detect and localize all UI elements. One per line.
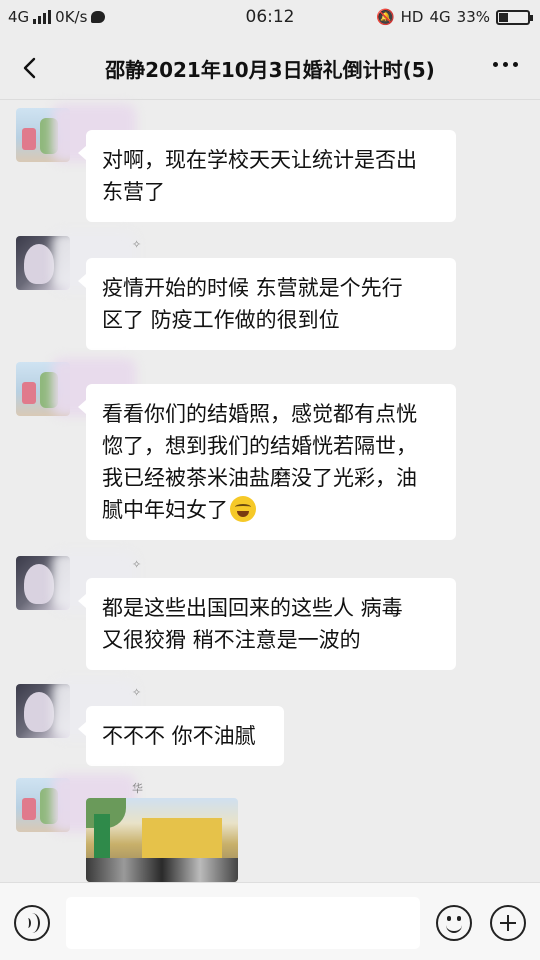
message-bubble[interactable]: 疫情开始的时候 东营就是个先行 区了 防疫工作做的很到位 (78, 258, 456, 350)
input-bar (0, 882, 540, 960)
message-line: 我已经被茶米油盐磨没了光彩，油 (102, 466, 417, 490)
name-mark: ✧ (132, 686, 142, 699)
status-bar: 4G 0K/s 06:12 🔕 HD 4G 33% (0, 0, 540, 36)
message-line: 疫情开始的时候 东营就是个先行 (102, 276, 403, 300)
ellipsis-icon (493, 62, 498, 67)
ellipsis-dot (513, 62, 518, 67)
hd-label: HD (400, 8, 424, 26)
status-right: 🔕 HD 4G 33% (375, 8, 533, 26)
message-line: 腻中年妇女了 (102, 498, 228, 522)
battery-percent: 33% (456, 8, 490, 26)
name-mark: ✧ (132, 238, 142, 251)
message-line: 又很狡猾 稍不注意是一波的 (102, 628, 361, 652)
message-line: 东营了 (102, 180, 165, 204)
message-line: 对啊，现在学校天天让统计是否出 (102, 148, 417, 172)
chevron-left-icon (23, 57, 36, 79)
message-input[interactable] (66, 897, 420, 949)
photo-building (142, 818, 222, 858)
facepalm-cry-emoji-icon (230, 496, 256, 522)
title-bar: 邵静2021年10月3日婚礼倒计时(5) (0, 36, 540, 100)
plus-icon[interactable] (490, 905, 526, 941)
image-message[interactable] (86, 798, 238, 882)
voice-icon[interactable] (14, 905, 50, 941)
name-mark: 华 (132, 782, 143, 795)
photo-crowd (86, 858, 238, 882)
message-line: 都是这些出国回来的这些人 病毒 (102, 596, 403, 620)
message-line: 不不不 你不油腻 (102, 724, 256, 748)
message-line-with-emoji: 腻中年妇女了 (102, 494, 440, 526)
message-line: 惚了，想到我们的结婚恍若隔世， (102, 434, 417, 458)
message-bubble[interactable]: 不不不 你不油腻 (78, 706, 284, 766)
battery-fill (499, 12, 508, 22)
mute-icon: 🔕 (375, 8, 395, 26)
name-mark: ✧ (132, 558, 142, 571)
back-button[interactable] (14, 50, 50, 86)
message-line: 看看你们的结婚照，感觉都有点恍 (102, 402, 417, 426)
photo-sign (94, 814, 110, 860)
network-right-label: 4G (429, 8, 451, 26)
message-line: 区了 防疫工作做的很到位 (102, 308, 340, 332)
message-bubble[interactable]: 对啊，现在学校天天让统计是否出 东营了 (78, 130, 456, 222)
battery-icon (496, 9, 533, 25)
more-button[interactable] (493, 62, 518, 67)
emoji-icon[interactable] (436, 905, 472, 941)
ellipsis-dot (503, 62, 508, 67)
page-title: 邵静2021年10月3日婚礼倒计时(5) (105, 58, 435, 82)
message-bubble[interactable]: 看看你们的结婚照，感觉都有点恍 惚了，想到我们的结婚恍若隔世， 我已经被茶米油盐… (78, 384, 456, 540)
message-bubble[interactable]: 都是这些出国回来的这些人 病毒 又很狡猾 稍不注意是一波的 (78, 578, 456, 670)
